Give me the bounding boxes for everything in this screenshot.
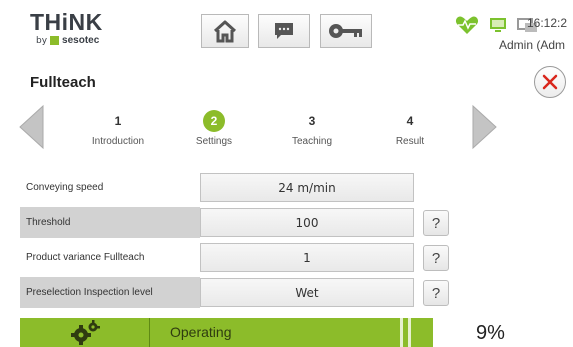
setting-row-inspection-level: Preselection Inspection level Wet ? (20, 277, 449, 308)
progress-percent: 9% (476, 322, 505, 344)
setting-row-conveying-speed: Conveying speed 24 m/min (20, 172, 440, 203)
sesotec-mark-icon (50, 36, 60, 45)
login-key-button[interactable] (320, 14, 372, 48)
product-variance-help-button[interactable]: ? (423, 245, 449, 271)
step-number: 3 (308, 114, 316, 128)
step-number-active: 2 (203, 110, 225, 132)
threshold-field[interactable]: 100 (200, 208, 414, 237)
step-number: 4 (406, 114, 414, 128)
setting-label: Product variance Fullteach (26, 252, 145, 263)
product-variance-field[interactable]: 1 (200, 243, 414, 272)
logo-text: THiNK (30, 9, 103, 35)
threshold-help-button[interactable]: ? (423, 210, 449, 236)
inspection-level-field[interactable]: Wet (200, 278, 414, 307)
status-bar: Operating (20, 318, 433, 347)
progress-mark (400, 318, 403, 347)
arrow-left-icon (19, 104, 44, 150)
operating-status: Operating (170, 324, 232, 340)
messages-button[interactable] (258, 14, 310, 48)
settings-gear-button[interactable] (20, 318, 150, 347)
inspection-level-help-button[interactable]: ? (423, 280, 449, 306)
message-icon (275, 23, 293, 39)
step-introduction: 1 Introduction (78, 110, 158, 147)
home-icon (213, 20, 237, 43)
step-settings: 2 Settings (174, 110, 254, 147)
gears-icon (70, 319, 100, 345)
close-icon (542, 74, 558, 90)
logo-by: by (36, 35, 48, 46)
progress-mark (408, 318, 411, 347)
heart-monitor-icon (455, 16, 479, 34)
conveying-speed-field[interactable]: 24 m/min (200, 173, 414, 202)
page-title: Fullteach (30, 74, 96, 91)
step-result: 4 Result (370, 110, 450, 147)
clock: 16:12:2 (527, 16, 568, 30)
step-label: Introduction (91, 136, 145, 147)
setting-row-threshold: Threshold 100 ? (20, 207, 449, 238)
step-label: Result (395, 136, 425, 147)
home-button[interactable] (201, 14, 249, 48)
step-number: 1 (114, 114, 122, 128)
next-step-button[interactable] (472, 104, 498, 154)
previous-step-button[interactable] (18, 104, 44, 154)
key-icon (329, 24, 362, 38)
setting-label: Conveying speed (26, 182, 104, 193)
step-teaching: 3 Teaching (272, 110, 352, 147)
setting-label: Preselection Inspection level (20, 277, 200, 308)
logo-byline: by sesotec (36, 35, 140, 46)
arrow-right-icon (472, 104, 497, 150)
setting-row-product-variance: Product variance Fullteach 1 ? (20, 242, 449, 273)
close-button[interactable] (534, 66, 566, 98)
step-label: Teaching (291, 136, 333, 147)
setting-label: Threshold (20, 207, 200, 238)
current-user: Admin (Adm (499, 38, 566, 52)
step-label: Settings (195, 136, 233, 147)
logo: THiNK by sesotec (30, 10, 140, 58)
logo-brand: sesotec (62, 35, 100, 46)
progress-marks (400, 318, 411, 347)
monitor-icon (490, 18, 506, 32)
